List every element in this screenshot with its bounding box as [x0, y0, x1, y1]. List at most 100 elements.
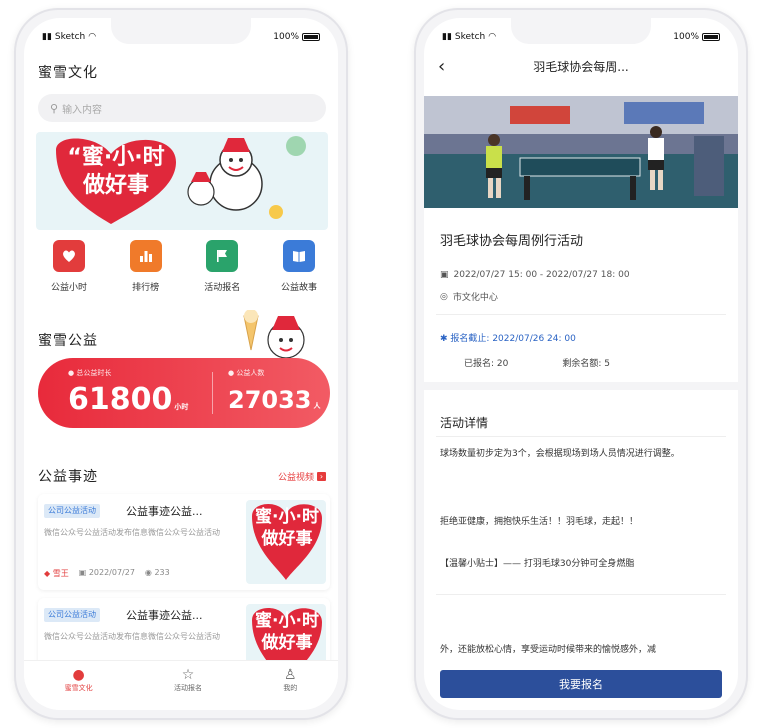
- card-description: 微信公众号公益活动发布信息微信公众号公益活动: [44, 528, 220, 537]
- card-author: 雪王: [52, 569, 69, 578]
- event-time: ▣ 2022/07/27 15: 00 - 2022/07/27 18: 00: [440, 270, 630, 280]
- eye-icon: ◉: [144, 568, 152, 577]
- total-people-unit: 人: [313, 402, 321, 410]
- star-icon: ☆: [181, 667, 195, 683]
- detail-paragraph: 拒绝亚健康，拥抱快乐生活！！羽毛球，走起！！: [440, 517, 639, 527]
- notch: [111, 18, 251, 44]
- heart-icon: [53, 240, 85, 272]
- page-title: 蜜雪文化: [38, 65, 98, 81]
- battery-icon: [702, 33, 720, 41]
- tab-label: 蜜雪文化: [64, 684, 93, 692]
- signal-icon: ▮▮: [42, 32, 52, 42]
- tab-bar: ● 蜜雪文化 ☆ 活动报名 ♙ 我的: [24, 660, 338, 710]
- quick-entry-label: 公益小时: [50, 283, 87, 293]
- bar-chart-icon: [129, 240, 162, 272]
- banner-line2: 做好事: [82, 173, 149, 198]
- section-title-stories: 公益事迹: [38, 469, 98, 485]
- divider: [212, 372, 213, 414]
- remaining-count: 剩余名额: 5: [562, 359, 610, 369]
- divider: [436, 436, 726, 437]
- person-icon: ●: [228, 369, 235, 377]
- search-icon: ⚲: [50, 101, 59, 115]
- divider: [436, 594, 726, 595]
- thumb-line2: 做好事: [261, 529, 313, 549]
- tab-label: 我的: [283, 684, 298, 692]
- tab-label: 活动报名: [173, 684, 202, 692]
- arrow-right-icon: ›: [317, 472, 326, 481]
- quick-entry-hours[interactable]: 公益小时: [38, 240, 100, 293]
- total-hours-value: 61800: [68, 382, 173, 417]
- signed-count: 已报名: 20: [464, 359, 509, 369]
- user-icon: ♙: [284, 667, 297, 683]
- quick-entry-ranking[interactable]: 排行榜: [115, 240, 177, 293]
- calendar-icon: ▣: [440, 270, 449, 280]
- card-thumbnail: 蜜·小·时 做好事: [246, 500, 326, 584]
- battery-percent: 100%: [673, 32, 699, 42]
- tab-mine[interactable]: ♙ 我的: [283, 667, 297, 710]
- tab-culture[interactable]: ● 蜜雪文化: [65, 667, 93, 710]
- video-link-label: 公益视频: [277, 473, 314, 483]
- story-card[interactable]: 公司公益活动 公益事迹公益... 微信公众号公益活动发布信息微信公众号公益活动 …: [38, 494, 330, 590]
- card-views: 233: [154, 568, 170, 577]
- quick-entry-signup[interactable]: 活动报名: [191, 240, 253, 293]
- clock-icon: ✱: [440, 334, 448, 344]
- battery-percent: 100%: [273, 32, 299, 42]
- video-link[interactable]: 公益视频 ›: [278, 470, 326, 483]
- event-title: 羽毛球协会每周例行活动: [440, 234, 584, 249]
- event-place: ◎ 市文化中心: [440, 290, 498, 304]
- card-meta: ◆ 雪王 ▣ 2022/07/27 ◉ 233: [44, 568, 170, 579]
- carrier-label: Sketch: [54, 32, 86, 42]
- clock-icon: ●: [68, 369, 75, 377]
- deadline-text: 报名截止: 2022/07/26 24: 00: [450, 334, 576, 344]
- signup-button[interactable]: 我要报名: [440, 670, 722, 698]
- divider: [436, 314, 726, 315]
- mascot-illustration: [243, 310, 305, 359]
- quick-entry-label: 活动报名: [204, 283, 241, 293]
- banner[interactable]: “蜜·小·时 做好事: [36, 132, 328, 230]
- card-title: 公益事迹公益...: [126, 505, 203, 518]
- event-time-text: 2022/07/27 15: 00 - 2022/07/27 18: 00: [453, 270, 630, 280]
- event-place-text: 市文化中心: [452, 293, 498, 303]
- detail-paragraph: 【温馨小贴士】—— 打羽毛球30分钟可全身燃脂: [440, 559, 635, 569]
- quick-entry-label: 排行榜: [132, 283, 160, 293]
- card-date: 2022/07/27: [88, 568, 135, 577]
- event-photo-scene: [424, 96, 738, 208]
- search-placeholder: 输入内容: [62, 104, 103, 116]
- thumb-line1: 蜜·小·时: [255, 611, 319, 631]
- card-description: 微信公众号公益活动发布信息微信公众号公益活动: [44, 632, 220, 641]
- charity-stats-card: ● 总公益时长 61800 小时 ● 公益人数 27033 人: [38, 358, 330, 428]
- author-icon: ◆: [44, 569, 51, 578]
- total-people-block: ● 公益人数 27033 人: [228, 368, 321, 424]
- thumb-line1: 蜜·小·时: [255, 507, 319, 527]
- search-input[interactable]: ⚲ 输入内容: [38, 94, 326, 122]
- wifi-icon: ◠: [488, 32, 497, 42]
- notch: [511, 18, 651, 44]
- book-icon: [282, 240, 315, 272]
- left-screen: ▮▮ Sketch ◠ 100% 蜜雪文化 ⚲ 输入内容 “蜜·小·时 做好事 …: [24, 18, 338, 710]
- quick-entry-label: 公益故事: [280, 283, 317, 293]
- section-title-charity: 蜜雪公益: [38, 333, 98, 349]
- back-icon[interactable]: ‹: [438, 56, 445, 77]
- left-phone-frame: ▮▮ Sketch ◠ 100% 蜜雪文化 ⚲ 输入内容 “蜜·小·时 做好事 …: [14, 8, 348, 720]
- right-phone-frame: ▮▮ Sketch ◠ 100% ‹ 羽毛球协会每周... 羽毛球协会每周例行活…: [414, 8, 748, 720]
- home-icon: ●: [72, 667, 85, 683]
- battery-icon: [302, 33, 320, 41]
- banner-line1: “蜜·小·时: [67, 145, 165, 170]
- calendar-icon: ▣: [78, 568, 87, 577]
- quick-entry-stories[interactable]: 公益故事: [268, 240, 330, 293]
- card-tag: 公司公益活动: [44, 504, 100, 518]
- banner-slogan: “蜜·小·时 做好事: [56, 144, 176, 200]
- tab-signup[interactable]: ☆ 活动报名: [174, 667, 202, 710]
- total-hours-label: 总公益时长: [76, 369, 112, 377]
- carrier-label: Sketch: [454, 32, 486, 42]
- total-hours-block: ● 总公益时长 61800 小时: [68, 368, 188, 425]
- thumb-line2: 做好事: [261, 633, 313, 653]
- quick-entry-grid: 公益小时 排行榜 活动报名 公益故事: [38, 240, 330, 293]
- signup-counts: 已报名: 20 剩余名额: 5: [464, 356, 610, 369]
- detail-paragraph: 外，还能放松心情，享受运动时候带来的愉悦感外，减: [440, 645, 657, 655]
- card-title: 公益事迹公益...: [126, 609, 203, 622]
- signal-icon: ▮▮: [442, 32, 452, 42]
- right-screen: ▮▮ Sketch ◠ 100% ‹ 羽毛球协会每周... 羽毛球协会每周例行活…: [424, 18, 738, 710]
- nav-title: 羽毛球协会每周...: [533, 60, 629, 74]
- total-people-value: 27033: [228, 386, 312, 414]
